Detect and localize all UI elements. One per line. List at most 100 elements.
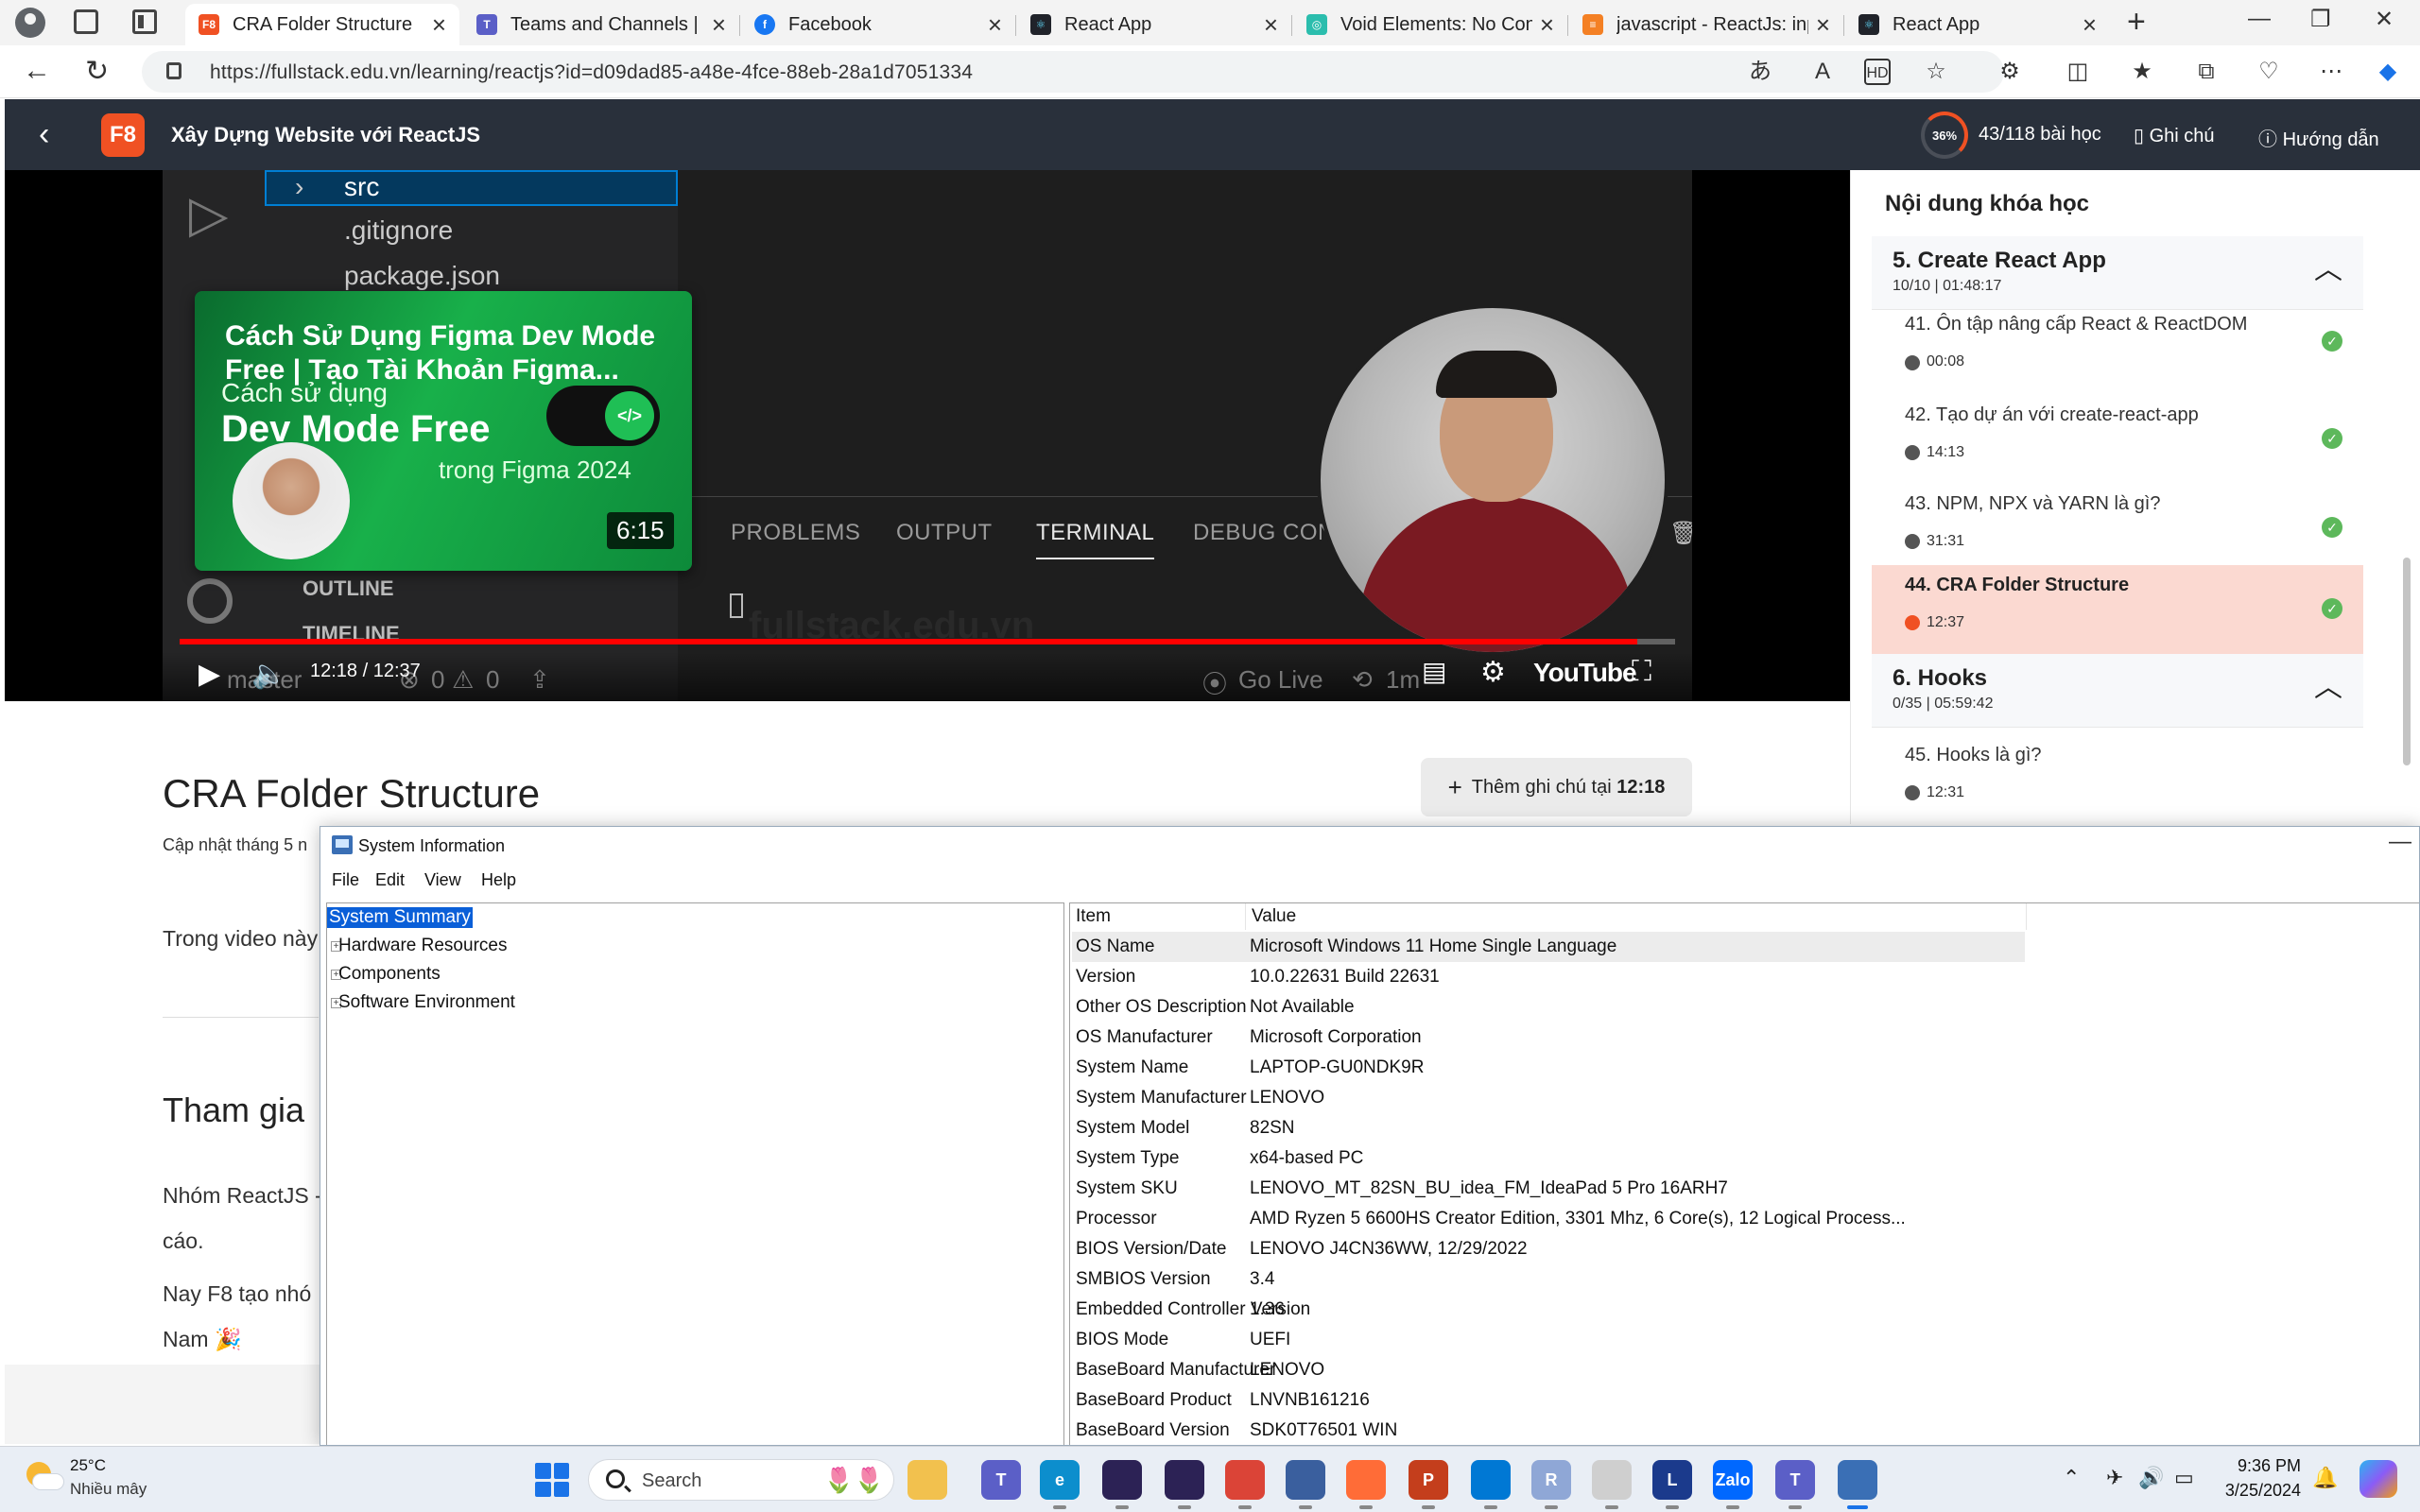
close-icon[interactable]: ×	[1264, 10, 1278, 40]
close-icon[interactable]: ×	[1540, 10, 1554, 40]
menu-view[interactable]: View	[424, 870, 461, 890]
browser-tab[interactable]: ⚛ React App ×	[1845, 4, 2110, 45]
table-row[interactable]: Embedded Controller Version 1.36	[1072, 1295, 2025, 1325]
table-row[interactable]: BaseBoard Product LNVNB161216	[1072, 1385, 2025, 1416]
speaker-icon[interactable]: 🔊	[2138, 1466, 2164, 1490]
menu-help[interactable]: Help	[481, 870, 516, 890]
app-blue-app-icon[interactable]	[1286, 1460, 1325, 1509]
window-close-icon[interactable]: ✕	[2375, 6, 2394, 33]
l-app-app-icon[interactable]: L	[1652, 1460, 1692, 1509]
browser-tab[interactable]: T Teams and Channels | Ge ×	[463, 4, 739, 45]
subtitles-icon[interactable]: ▤	[1422, 656, 1446, 687]
notification-bell-icon[interactable]: 🔔	[2312, 1466, 2338, 1490]
chevron-up-icon[interactable]: ︿	[2314, 246, 2342, 287]
add-note-button[interactable]: + Thêm ghi chú tại 12:18	[1421, 758, 1692, 816]
powerpoint-app-icon[interactable]: P	[1409, 1460, 1448, 1509]
workspaces-icon[interactable]	[74, 9, 98, 34]
close-icon[interactable]: ×	[712, 10, 726, 40]
split-screen-icon[interactable]: ◫	[2065, 59, 2091, 85]
close-icon[interactable]: ×	[988, 10, 1002, 40]
table-row[interactable]: OS Manufacturer Microsoft Corporation	[1072, 1022, 2025, 1053]
read-aloud-icon[interactable]: A	[1809, 59, 1836, 85]
minimize-icon[interactable]: —	[2389, 829, 2411, 855]
table-row[interactable]: BIOS Mode UEFI	[1072, 1325, 2025, 1355]
edge-app-icon[interactable]: e	[1040, 1460, 1080, 1509]
youtube-logo[interactable]: YouTube	[1533, 658, 1637, 688]
guide-button[interactable]: ⓘ Hướng dẫn	[2258, 124, 2379, 151]
restore-icon[interactable]: ❐	[2310, 6, 2331, 33]
browser-tab[interactable]: f Facebook ×	[741, 4, 1015, 45]
taskbar-search[interactable]: Search 🌷🌷	[588, 1459, 894, 1501]
clock-time[interactable]: 9:36 PM	[2221, 1456, 2301, 1476]
extensions-icon[interactable]: ⚙	[1996, 59, 2023, 85]
table-row[interactable]: System SKU LENOVO_MT_82SN_BU_idea_FM_Idea…	[1072, 1174, 2025, 1204]
translate-icon[interactable]: あ	[1747, 59, 1773, 85]
chevron-up-icon[interactable]: ︿	[2314, 663, 2342, 705]
vscode-app-icon[interactable]	[1471, 1460, 1511, 1509]
close-icon[interactable]: ×	[432, 10, 446, 40]
weather-description[interactable]: Nhiều mây	[70, 1480, 147, 1499]
table-row[interactable]: SMBIOS Version 3.4	[1072, 1264, 2025, 1295]
lesson-item[interactable]: 45. Hooks là gì? 12:31	[1872, 735, 2363, 824]
weather-temperature[interactable]: 25°C	[70, 1456, 106, 1475]
hd-icon[interactable]: HD	[1864, 59, 1891, 85]
table-row[interactable]: BaseBoard Manufacturer LENOVO	[1072, 1355, 2025, 1385]
lesson-item[interactable]: 41. Ôn tập nâng cấp React & ReactDOM 00:…	[1872, 310, 2363, 399]
weather-icon[interactable]	[25, 1458, 64, 1496]
column-header-value[interactable]: Value	[1246, 903, 2027, 930]
browser-tab[interactable]: ≡ javascript - ReactJs: inpu ×	[1569, 4, 1843, 45]
play-icon[interactable]: ▶	[199, 658, 220, 691]
copilot-icon[interactable]: ◆	[2375, 59, 2401, 85]
back-arrow-icon[interactable]: ←	[23, 55, 51, 87]
browser-tab[interactable]: ⚛ React App ×	[1017, 4, 1291, 45]
sidebar-scrollbar[interactable]	[2403, 558, 2411, 765]
video-progress-bar[interactable]	[180, 639, 1675, 644]
tree-node-hardware-resources[interactable]: Hardware Resources	[338, 936, 507, 956]
new-tab-plus-icon[interactable]: +	[2127, 4, 2146, 41]
close-icon[interactable]: ×	[2083, 10, 2097, 40]
eclipse-2-app-icon[interactable]	[1165, 1460, 1204, 1509]
network-icon[interactable]: ✈	[2106, 1466, 2123, 1490]
postman-app-icon[interactable]	[1346, 1460, 1386, 1509]
tree-node-components[interactable]: Components	[338, 964, 441, 985]
chrome-app-icon[interactable]	[1225, 1460, 1265, 1509]
vertical-tabs-icon[interactable]	[132, 9, 157, 34]
copilot-icon[interactable]	[2360, 1460, 2397, 1498]
app-grid-app-icon[interactable]	[1592, 1460, 1632, 1509]
favorites-icon[interactable]: ★	[2129, 59, 2155, 85]
teams-new-app-icon[interactable]: T	[1775, 1460, 1815, 1509]
lesson-item-active[interactable]: 44. CRA Folder Structure 12:37 ✓	[1872, 565, 2363, 654]
fullscreen-icon[interactable]: ⛶	[1632, 656, 1651, 688]
table-row[interactable]: Version 10.0.22631 Build 22631	[1072, 962, 2025, 992]
window-titlebar[interactable]: System Information —	[320, 827, 2419, 865]
refresh-icon[interactable]: ↻	[85, 55, 109, 88]
tree-node-software-environment[interactable]: Software Environment	[338, 992, 515, 1013]
tree-node-system-summary[interactable]: System Summary	[327, 907, 473, 928]
file-explorer-app-icon[interactable]	[908, 1460, 947, 1500]
notes-button[interactable]: ▯ Ghi chú	[2134, 124, 2215, 147]
section-hooks[interactable]: 6. Hooks 0/35 | 05:59:42 ︿	[1872, 654, 2363, 728]
more-menu-icon[interactable]: ⋯	[2318, 59, 2344, 85]
close-icon[interactable]: ×	[1816, 10, 1830, 40]
table-row[interactable]: Processor AMD Ryzen 5 6600HS Creator Edit…	[1072, 1204, 2025, 1234]
windows-start-icon[interactable]	[535, 1463, 569, 1497]
lesson-item[interactable]: 43. NPM, NPX và YARN là gì? 31:31 ✓	[1872, 484, 2363, 573]
zalo-app-icon[interactable]: Zalo	[1713, 1460, 1753, 1509]
eclipse-1-app-icon[interactable]	[1102, 1460, 1142, 1509]
r-app-app-icon[interactable]: R	[1531, 1460, 1571, 1509]
column-header-item[interactable]: Item	[1070, 903, 1246, 930]
teams-app-icon[interactable]: T	[981, 1460, 1021, 1500]
settings-icon[interactable]: ⚙	[1480, 656, 1506, 689]
table-row[interactable]: System Model 82SN	[1072, 1113, 2025, 1143]
table-row[interactable]: OS Name Microsoft Windows 11 Home Single …	[1072, 932, 2025, 962]
favorite-star-icon[interactable]: ☆	[1923, 59, 1949, 85]
table-row[interactable]: Other OS Description Not Available	[1072, 992, 2025, 1022]
table-row[interactable]: System Type x64-based PC	[1072, 1143, 2025, 1174]
browser-tab[interactable]: F8 CRA Folder Structure ×	[185, 4, 459, 45]
chevron-up-icon[interactable]: ⌃	[2063, 1466, 2080, 1490]
table-row[interactable]: System Manufacturer LENOVO	[1072, 1083, 2025, 1113]
url-text[interactable]: https://fullstack.edu.vn/learning/reactj…	[210, 61, 973, 84]
section-create-react-app[interactable]: 5. Create React App 10/10 | 01:48:17 ︿	[1872, 236, 2363, 310]
suggested-video-card[interactable]: Cách sử dụng Dev Mode Free trong Figma 2…	[195, 291, 692, 571]
menu-file[interactable]: File	[332, 870, 359, 890]
